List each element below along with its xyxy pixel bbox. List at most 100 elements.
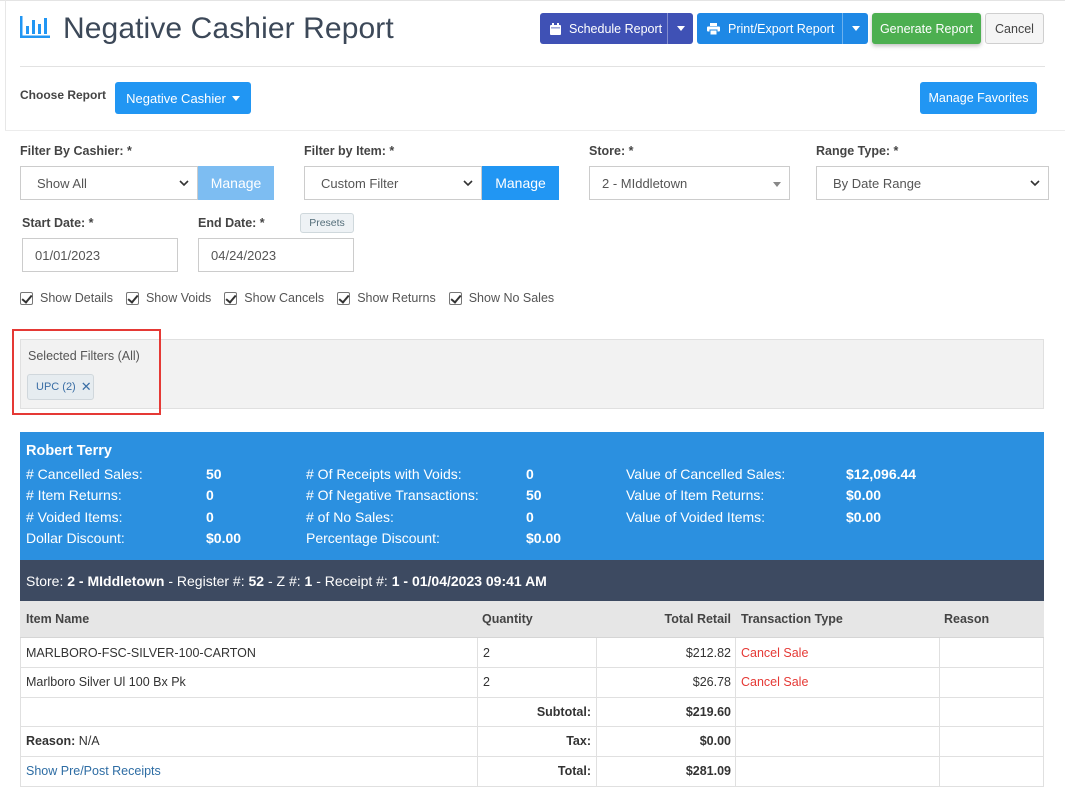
item-filter-select[interactable]: Custom Filter — [304, 166, 482, 200]
cell-item-name: MARLBORO-FSC-SILVER-100-CARTON — [26, 646, 256, 660]
register-number: 52 — [248, 572, 265, 589]
report-page: Negative Cashier Report Schedule Report … — [0, 0, 1065, 792]
column-divider — [939, 638, 940, 787]
store-name: 2 - MIddletown — [67, 572, 165, 589]
tax-label: Tax: — [566, 734, 591, 748]
generate-report-button[interactable]: Generate Report — [872, 13, 981, 44]
show-no-sales-label: Show No Sales — [468, 291, 555, 305]
start-date-input[interactable]: 01/01/2023 — [22, 238, 178, 272]
schedule-dropdown-toggle[interactable] — [667, 13, 693, 44]
cashier-filter-value: Show All — [37, 175, 87, 191]
page-title: Negative Cashier Report — [63, 12, 394, 45]
col-header-item-name: Item Name — [26, 612, 90, 626]
report-type-value: Negative Cashier — [126, 90, 226, 106]
close-icon[interactable]: ✕ — [81, 379, 92, 395]
summary-label: # Cancelled Sales: — [26, 466, 143, 482]
cancel-button[interactable]: Cancel — [985, 13, 1044, 44]
item-filter-value: Custom Filter — [321, 175, 399, 191]
cell-total-retail: $26.78 — [692, 675, 731, 689]
z-number: 1 — [304, 572, 313, 589]
print-export-button[interactable]: Print/Export Report — [697, 13, 868, 44]
total-label: Total: — [557, 764, 591, 778]
summary-value: 50 — [526, 487, 542, 503]
cashier-filter-select[interactable]: Show All — [20, 166, 198, 200]
reason-value: N/A — [75, 734, 100, 748]
summary-value: $0.00 — [206, 530, 242, 546]
end-date-input[interactable]: 04/24/2023 — [198, 238, 354, 272]
column-divider — [20, 638, 21, 787]
summary-label: # of No Sales: — [306, 509, 394, 525]
filter-chip-upc[interactable]: UPC (2) ✕ — [27, 374, 94, 400]
col-header-transaction-type: Transaction Type — [741, 612, 843, 626]
receipt-prefix: - Receipt #: — [312, 572, 392, 589]
checkbox-checked-icon[interactable] — [125, 291, 139, 305]
cell-transaction-type: Cancel Sale — [741, 675, 809, 689]
summary-value: 50 — [206, 466, 222, 482]
checkbox-checked-icon[interactable] — [337, 291, 351, 305]
header-divider — [20, 66, 1045, 67]
subtotal-value: $219.60 — [685, 705, 731, 719]
store-select[interactable]: 2 - MIddletown — [589, 166, 790, 200]
manage-cashier-button[interactable]: Manage — [198, 166, 274, 200]
calendar-icon — [550, 22, 561, 35]
column-divider — [1043, 638, 1044, 787]
reason-cell: Reason: N/A — [26, 734, 100, 748]
chevron-down-icon — [179, 180, 189, 187]
total-value: $281.09 — [685, 764, 731, 778]
summary-label: Value of Voided Items: — [626, 509, 766, 525]
show-cancels-checkbox[interactable]: Show Cancels — [224, 291, 324, 305]
summary-value: 0 — [526, 466, 534, 482]
caret-down-icon — [676, 26, 685, 31]
cell-total-retail: $212.82 — [685, 646, 731, 660]
range-type-label: Range Type: * — [816, 144, 899, 158]
summary-label: # Of Receipts with Voids: — [306, 466, 462, 482]
range-type-value: By Date Range — [833, 175, 922, 191]
cashier-filter-label: Filter By Cashier: * — [20, 144, 132, 158]
caret-down-icon — [231, 95, 240, 101]
range-type-select[interactable]: By Date Range — [816, 166, 1049, 200]
show-returns-checkbox[interactable]: Show Returns — [337, 291, 436, 305]
print-dropdown-toggle[interactable] — [842, 13, 868, 44]
checkbox-checked-icon[interactable] — [20, 291, 33, 305]
col-header-total-retail: Total Retail — [664, 612, 731, 626]
bar-chart-icon — [20, 16, 50, 38]
summary-value: 0 — [526, 509, 534, 525]
caret-down-icon — [851, 26, 860, 31]
checkbox-checked-icon[interactable] — [224, 291, 238, 305]
options-checkboxes: Show Details Show Voids Show Cancels Sho… — [20, 291, 567, 305]
column-divider — [596, 638, 597, 787]
start-date-label: Start Date: * — [22, 216, 94, 230]
register-prefix: - Register #: — [164, 572, 249, 589]
show-no-sales-checkbox[interactable]: Show No Sales — [448, 291, 555, 305]
show-details-checkbox[interactable]: Show Details — [20, 291, 113, 305]
end-date-label: End Date: * — [198, 216, 265, 230]
summary-label: # Item Returns: — [26, 487, 122, 503]
show-voids-checkbox[interactable]: Show Voids — [125, 291, 211, 305]
cashier-name: Robert Terry — [26, 443, 112, 459]
manage-item-button[interactable]: Manage — [482, 166, 559, 200]
show-returns-label: Show Returns — [357, 291, 436, 305]
report-type-dropdown[interactable]: Negative Cashier — [115, 82, 251, 114]
caret-down-icon — [773, 182, 781, 187]
print-export-label: Print/Export Report — [728, 21, 835, 36]
checkbox-checked-icon[interactable] — [448, 291, 462, 305]
cell-quantity: 2 — [483, 675, 490, 689]
section-divider — [5, 130, 1065, 131]
selected-filters-panel — [20, 339, 1044, 409]
manage-favorites-button[interactable]: Manage Favorites — [920, 82, 1037, 114]
receipt-header: Store: 2 - MIddletown - Register #: 52 -… — [20, 560, 1044, 601]
left-border — [5, 0, 6, 130]
summary-label: Value of Item Returns: — [626, 487, 765, 503]
presets-button[interactable]: Presets — [300, 213, 354, 233]
show-details-label: Show Details — [40, 291, 113, 305]
choose-report-label: Choose Report — [20, 88, 107, 102]
selected-filters-title: Selected Filters (All) — [28, 349, 140, 363]
filter-chip-label: UPC (2) — [36, 381, 76, 393]
schedule-report-button[interactable]: Schedule Report — [540, 13, 693, 44]
show-pre-post-receipts-link[interactable]: Show Pre/Post Receipts — [26, 764, 161, 778]
summary-value: $0.00 — [846, 509, 882, 525]
subtotal-label: Subtotal: — [536, 705, 591, 719]
tax-value: $0.00 — [699, 734, 731, 748]
cell-item-name: Marlboro Silver Ul 100 Bx Pk — [26, 675, 186, 689]
summary-label: # Of Negative Transactions: — [306, 487, 479, 503]
